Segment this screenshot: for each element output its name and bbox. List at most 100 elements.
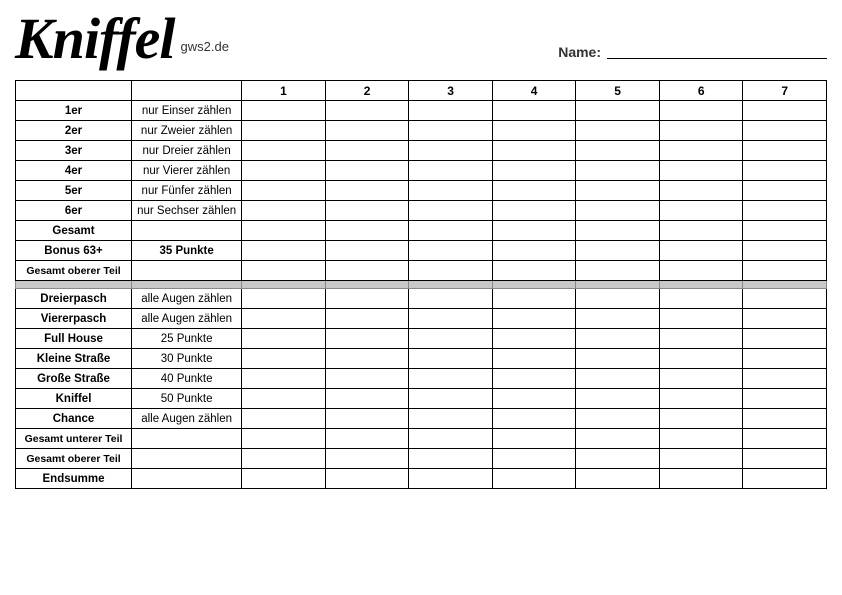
score-endsumme-2[interactable] <box>325 469 409 489</box>
score-grosse-strasse-7[interactable] <box>743 369 827 389</box>
score-2er-7[interactable] <box>743 121 827 141</box>
score-1er-6[interactable] <box>659 101 743 121</box>
score-kniffel-4[interactable] <box>492 389 576 409</box>
score-6er-2[interactable] <box>325 201 409 221</box>
score-viererpasch-5[interactable] <box>576 309 660 329</box>
score-2er-1[interactable] <box>242 121 326 141</box>
score-3er-1[interactable] <box>242 141 326 161</box>
score-6er-6[interactable] <box>659 201 743 221</box>
score-dreierpasch-1[interactable] <box>242 289 326 309</box>
score-endsumme-3[interactable] <box>409 469 493 489</box>
score-endsumme-4[interactable] <box>492 469 576 489</box>
score-fullhouse-2[interactable] <box>325 329 409 349</box>
score-bonus-4[interactable] <box>492 241 576 261</box>
score-gesamt-oberer-bottom-1[interactable] <box>242 449 326 469</box>
score-4er-7[interactable] <box>743 161 827 181</box>
score-fullhouse-3[interactable] <box>409 329 493 349</box>
score-4er-6[interactable] <box>659 161 743 181</box>
score-gesamt-1[interactable] <box>242 221 326 241</box>
score-gesamt-unterer-6[interactable] <box>659 429 743 449</box>
score-grosse-strasse-3[interactable] <box>409 369 493 389</box>
score-4er-2[interactable] <box>325 161 409 181</box>
score-bonus-1[interactable] <box>242 241 326 261</box>
score-kleine-strasse-6[interactable] <box>659 349 743 369</box>
score-viererpasch-2[interactable] <box>325 309 409 329</box>
score-gesamt-3[interactable] <box>409 221 493 241</box>
name-input-line[interactable] <box>607 45 827 59</box>
score-kniffel-1[interactable] <box>242 389 326 409</box>
score-4er-5[interactable] <box>576 161 660 181</box>
score-gesamt-oberer-3[interactable] <box>409 261 493 281</box>
score-kleine-strasse-5[interactable] <box>576 349 660 369</box>
score-endsumme-6[interactable] <box>659 469 743 489</box>
score-gesamt-oberer-bottom-7[interactable] <box>743 449 827 469</box>
score-fullhouse-1[interactable] <box>242 329 326 349</box>
score-6er-7[interactable] <box>743 201 827 221</box>
score-bonus-5[interactable] <box>576 241 660 261</box>
score-gesamt-unterer-5[interactable] <box>576 429 660 449</box>
score-chance-3[interactable] <box>409 409 493 429</box>
score-fullhouse-4[interactable] <box>492 329 576 349</box>
score-gesamt-oberer-2[interactable] <box>325 261 409 281</box>
score-5er-5[interactable] <box>576 181 660 201</box>
score-gesamt-unterer-3[interactable] <box>409 429 493 449</box>
score-gesamt-oberer-bottom-6[interactable] <box>659 449 743 469</box>
score-bonus-3[interactable] <box>409 241 493 261</box>
score-endsumme-5[interactable] <box>576 469 660 489</box>
score-6er-3[interactable] <box>409 201 493 221</box>
score-2er-5[interactable] <box>576 121 660 141</box>
score-viererpasch-4[interactable] <box>492 309 576 329</box>
score-kniffel-6[interactable] <box>659 389 743 409</box>
score-fullhouse-5[interactable] <box>576 329 660 349</box>
score-1er-1[interactable] <box>242 101 326 121</box>
score-chance-2[interactable] <box>325 409 409 429</box>
score-1er-5[interactable] <box>576 101 660 121</box>
score-chance-6[interactable] <box>659 409 743 429</box>
score-grosse-strasse-4[interactable] <box>492 369 576 389</box>
score-dreierpasch-3[interactable] <box>409 289 493 309</box>
score-grosse-strasse-5[interactable] <box>576 369 660 389</box>
score-4er-1[interactable] <box>242 161 326 181</box>
score-viererpasch-7[interactable] <box>743 309 827 329</box>
score-kniffel-3[interactable] <box>409 389 493 409</box>
score-grosse-strasse-1[interactable] <box>242 369 326 389</box>
score-fullhouse-6[interactable] <box>659 329 743 349</box>
score-kleine-strasse-1[interactable] <box>242 349 326 369</box>
score-1er-2[interactable] <box>325 101 409 121</box>
score-viererpasch-3[interactable] <box>409 309 493 329</box>
score-2er-4[interactable] <box>492 121 576 141</box>
score-2er-3[interactable] <box>409 121 493 141</box>
score-2er-6[interactable] <box>659 121 743 141</box>
score-kleine-strasse-7[interactable] <box>743 349 827 369</box>
score-gesamt-oberer-bottom-5[interactable] <box>576 449 660 469</box>
score-grosse-strasse-2[interactable] <box>325 369 409 389</box>
score-viererpasch-1[interactable] <box>242 309 326 329</box>
score-gesamt-7[interactable] <box>743 221 827 241</box>
score-5er-6[interactable] <box>659 181 743 201</box>
score-dreierpasch-5[interactable] <box>576 289 660 309</box>
score-3er-2[interactable] <box>325 141 409 161</box>
score-5er-3[interactable] <box>409 181 493 201</box>
score-3er-7[interactable] <box>743 141 827 161</box>
score-kniffel-2[interactable] <box>325 389 409 409</box>
score-dreierpasch-2[interactable] <box>325 289 409 309</box>
score-1er-7[interactable] <box>743 101 827 121</box>
score-bonus-7[interactable] <box>743 241 827 261</box>
score-4er-3[interactable] <box>409 161 493 181</box>
score-viererpasch-6[interactable] <box>659 309 743 329</box>
score-gesamt-2[interactable] <box>325 221 409 241</box>
score-chance-1[interactable] <box>242 409 326 429</box>
score-gesamt-4[interactable] <box>492 221 576 241</box>
score-3er-3[interactable] <box>409 141 493 161</box>
score-kleine-strasse-2[interactable] <box>325 349 409 369</box>
score-gesamt-unterer-7[interactable] <box>743 429 827 449</box>
score-chance-4[interactable] <box>492 409 576 429</box>
score-kniffel-5[interactable] <box>576 389 660 409</box>
score-6er-4[interactable] <box>492 201 576 221</box>
score-dreierpasch-6[interactable] <box>659 289 743 309</box>
score-bonus-2[interactable] <box>325 241 409 261</box>
score-gesamt-5[interactable] <box>576 221 660 241</box>
score-gesamt-oberer-5[interactable] <box>576 261 660 281</box>
score-gesamt-unterer-1[interactable] <box>242 429 326 449</box>
score-gesamt-6[interactable] <box>659 221 743 241</box>
